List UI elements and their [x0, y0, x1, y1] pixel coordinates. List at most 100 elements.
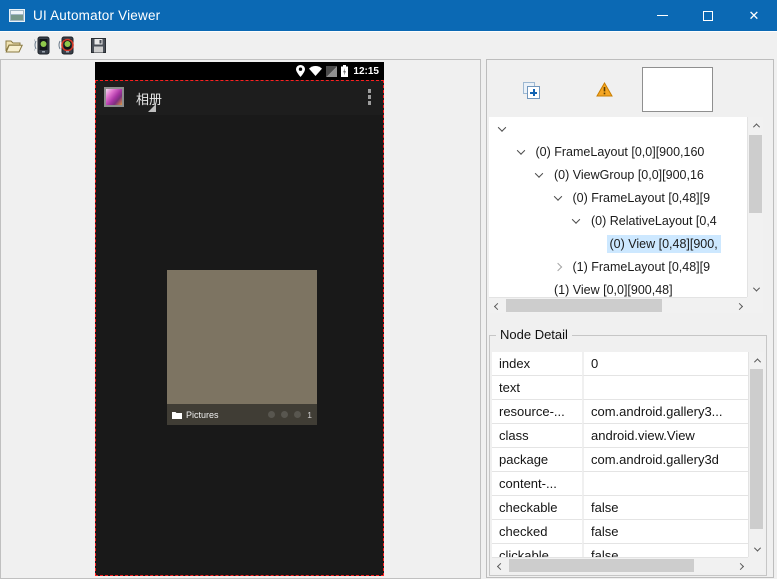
node-tree: (0) FrameLayout [0,0][900,160 (0) ViewGro… [489, 117, 763, 313]
collapse-arrow-icon[interactable] [571, 214, 581, 224]
detail-horizontal-scrollbar[interactable] [492, 557, 748, 573]
maximize-button[interactable] [685, 0, 731, 31]
scroll-down-icon[interactable] [748, 281, 764, 297]
detail-row-index[interactable]: index 0 [492, 352, 748, 376]
spinner-dropdown-icon [148, 104, 156, 112]
scroll-up-icon[interactable] [749, 352, 765, 368]
detail-row-checked[interactable]: checked false [492, 520, 748, 544]
scroll-left-icon[interactable] [489, 298, 505, 314]
detail-row-package[interactable]: package com.android.gallery3d [492, 448, 748, 472]
node-detail-table: index 0 text resource-... com.android.galler… [492, 352, 764, 573]
detail-property-name: package [492, 448, 582, 472]
scroll-left-icon[interactable] [492, 558, 508, 574]
expand-all-button[interactable] [523, 82, 540, 99]
tree-node-3[interactable]: (0) FrameLayout [0,48][9 [489, 186, 747, 209]
album-label-bar: Pictures 1 [167, 404, 317, 425]
detail-row-checkable[interactable]: checkable false [492, 496, 748, 520]
tree-node-4[interactable]: (0) RelativeLayout [0,4 [489, 209, 747, 232]
device-screenshot-compressed-button[interactable] [55, 35, 76, 57]
scroll-right-icon[interactable] [732, 558, 748, 574]
detail-property-name: clickable [492, 544, 582, 557]
device-action-bar: 相册 [95, 80, 384, 115]
status-clock: 12:15 [353, 65, 379, 77]
album-action-icon [294, 411, 302, 418]
minimize-button[interactable] [639, 0, 685, 31]
detail-property-name: text [492, 376, 582, 400]
node-detail-rows: index 0 text resource-... com.android.galler… [492, 352, 748, 557]
detail-property-value: com.android.gallery3... [582, 400, 748, 424]
scroll-right-icon[interactable] [731, 298, 747, 314]
scroll-down-icon[interactable] [749, 541, 765, 557]
overflow-menu-icon [367, 89, 371, 105]
open-folder-icon [4, 40, 23, 52]
battery-charging-icon [341, 65, 349, 77]
maximize-icon [703, 10, 713, 21]
tree-horizontal-scrollbar[interactable] [489, 297, 747, 313]
device-screenshot[interactable]: 12:15 相册 Pictures 1 [95, 62, 384, 576]
tree-node-5[interactable]: (0) View [0,48][900, [489, 232, 747, 255]
detail-property-value: android.view.View [582, 424, 748, 448]
titlebar: UI Automator Viewer ✕ [0, 0, 777, 31]
detail-vscroll-thumb[interactable] [750, 369, 763, 529]
detail-property-name: class [492, 424, 582, 448]
tree-node-label: (0) RelativeLayout [0,4 [591, 213, 717, 228]
wifi-icon [309, 66, 323, 76]
save-icon [91, 38, 106, 53]
detail-hscroll-thumb[interactable] [509, 559, 694, 572]
collapse-arrow-icon[interactable] [534, 168, 544, 178]
location-icon [296, 65, 306, 77]
scrollbar-corner [748, 557, 764, 573]
tree-node-7[interactable]: (1) View [0,0][900,48] [489, 278, 747, 297]
detail-property-value: false [582, 496, 748, 520]
collapse-arrow-icon[interactable] [553, 191, 562, 201]
tree-node-label: (1) View [0,0][900,48] [554, 282, 673, 297]
tree-vertical-scrollbar[interactable] [747, 117, 763, 297]
tree-node-label: (0) View [0,48][900, [606, 234, 721, 253]
detail-property-name: checkable [492, 496, 582, 520]
app-window: UI Automator Viewer ✕ 12:15 相册 Pictures … [0, 0, 777, 579]
collapse-arrow-icon[interactable] [516, 145, 525, 155]
tree-vscroll-thumb[interactable] [749, 135, 762, 213]
tree-hscroll-thumb[interactable] [506, 299, 662, 312]
detail-property-name: content-... [492, 472, 582, 496]
tree-node-2[interactable]: (0) ViewGroup [0,0][900,16 [489, 163, 747, 186]
detail-property-value [582, 472, 748, 496]
tree-node-label: (0) FrameLayout [0,48][9 [572, 190, 711, 205]
detail-row-content[interactable]: content-... [492, 472, 748, 496]
scroll-up-icon[interactable] [748, 117, 764, 133]
detail-row-clickable[interactable]: clickable false [492, 544, 748, 557]
detail-property-value: false [582, 520, 748, 544]
search-box[interactable] [642, 67, 713, 112]
warning-icon [596, 81, 613, 97]
detail-row-class[interactable]: class android.view.View [492, 424, 748, 448]
close-icon: ✕ [748, 8, 760, 23]
scrollbar-corner [747, 297, 763, 313]
tree-node-1[interactable]: (0) FrameLayout [0,0][900,160 [489, 140, 747, 163]
expand-arrow-icon[interactable] [553, 262, 562, 271]
device-screenshot-compressed-icon [58, 36, 74, 55]
minimize-icon [656, 15, 668, 16]
open-file-button[interactable] [3, 35, 24, 57]
detail-property-value: 0 [582, 352, 748, 376]
gallery-app-icon [104, 87, 124, 107]
save-screenshot-button[interactable] [88, 35, 109, 57]
close-button[interactable]: ✕ [731, 0, 777, 31]
tree-node-0[interactable] [489, 117, 747, 140]
album-action-icon [281, 411, 289, 418]
tree-node-6[interactable]: (1) FrameLayout [0,48][9 [489, 255, 747, 278]
toggle-naf-nodes-button[interactable] [596, 81, 613, 102]
device-screenshot-button[interactable] [31, 35, 52, 57]
detail-property-name: checked [492, 520, 582, 544]
node-tree-rows: (0) FrameLayout [0,0][900,160 (0) ViewGro… [489, 117, 747, 297]
album-count: 1 [307, 409, 312, 420]
device-status-bar: 12:15 [95, 62, 384, 80]
node-detail-title: Node Detail [496, 327, 572, 342]
detail-row-text[interactable]: text [492, 376, 748, 400]
detail-vertical-scrollbar[interactable] [748, 352, 764, 557]
album-thumbnail[interactable]: Pictures 1 [167, 270, 317, 425]
detail-property-name: resource-... [492, 400, 582, 424]
album-action-icon [268, 411, 276, 418]
tree-node-label: (0) FrameLayout [0,0][900,160 [535, 144, 705, 159]
detail-row-resource[interactable]: resource-... com.android.gallery3... [492, 400, 748, 424]
collapse-arrow-icon[interactable] [497, 122, 507, 132]
